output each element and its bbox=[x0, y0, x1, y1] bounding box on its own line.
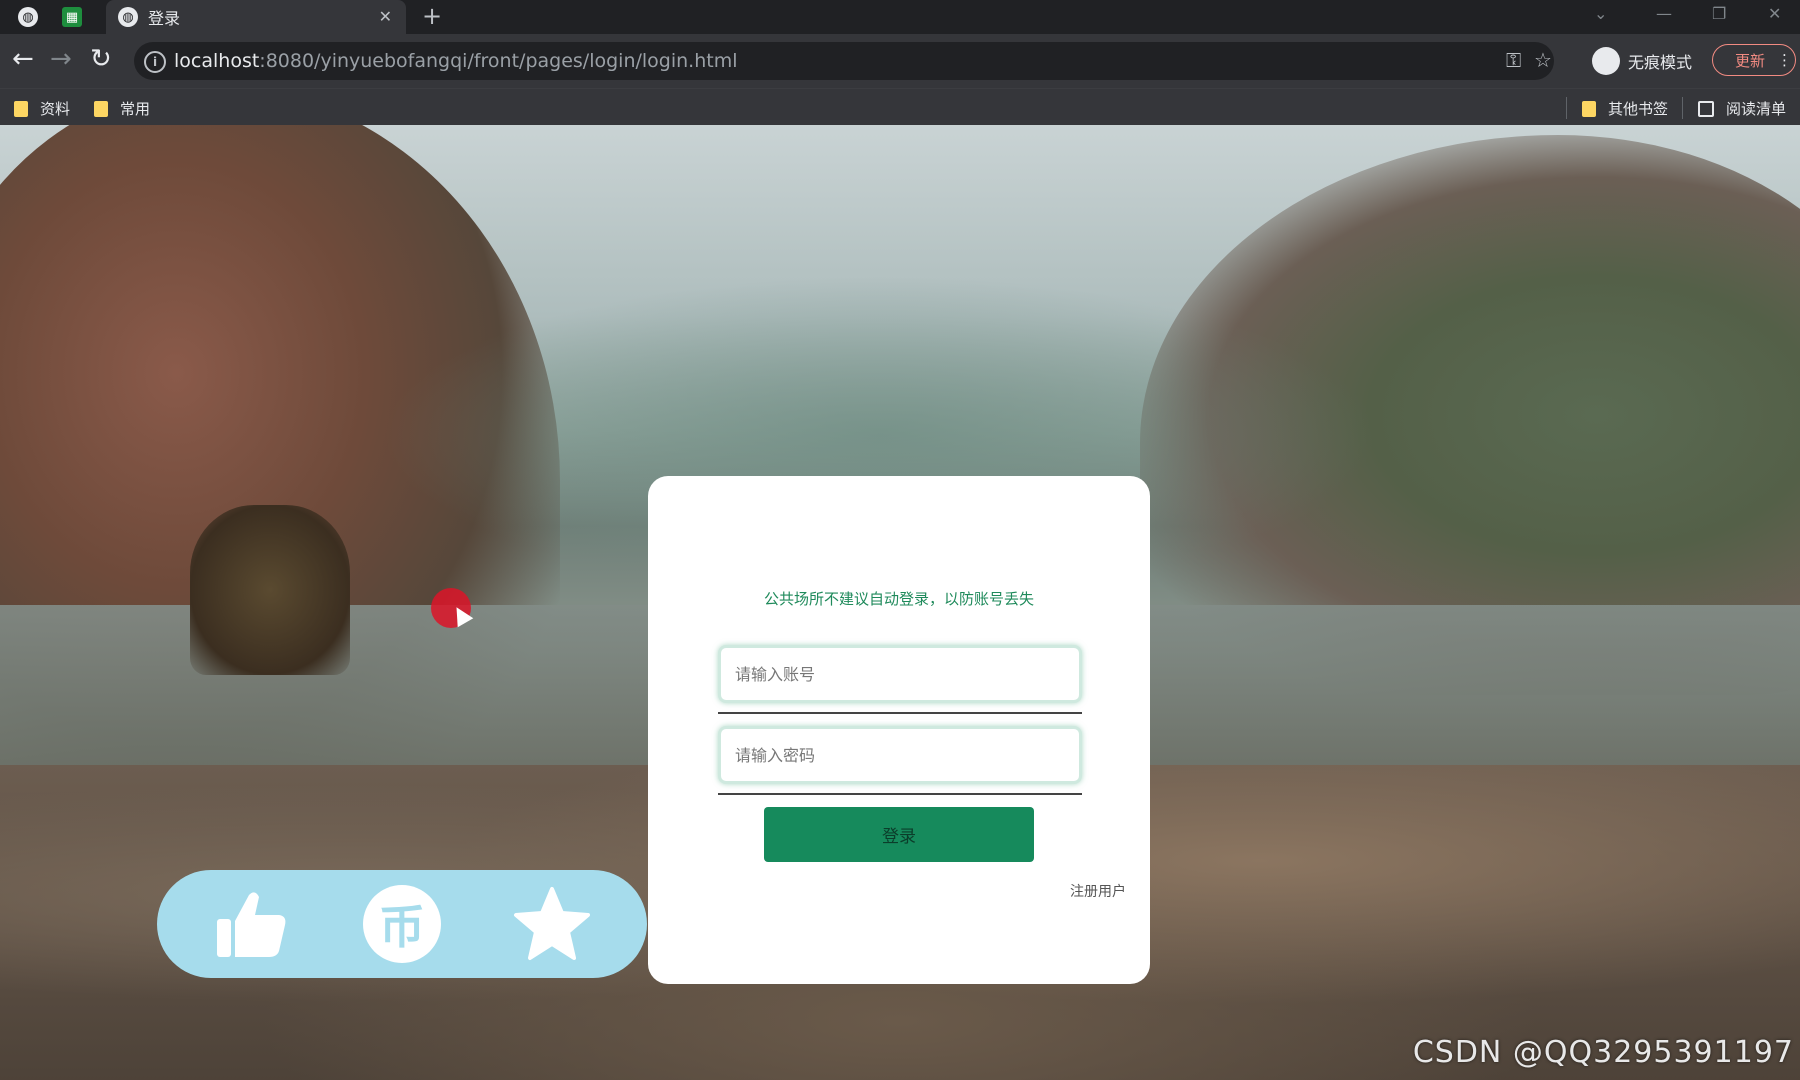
tab-title: 登录 bbox=[148, 9, 181, 28]
account-input[interactable] bbox=[721, 648, 1079, 700]
globe-icon: ◍ bbox=[118, 7, 138, 27]
reading-list[interactable]: 阅读清单 bbox=[1698, 98, 1786, 119]
tab-bar: ◍ ▦ ◍ 登录 ✕ + ⌄ — ❐ ✕ bbox=[0, 0, 1800, 34]
bookmark-star-icon[interactable]: ☆ bbox=[1534, 48, 1552, 72]
watermark: CSDN @QQ3295391197 bbox=[1412, 1035, 1794, 1070]
forward-icon[interactable]: → bbox=[50, 44, 72, 74]
login-button[interactable]: 登录 bbox=[764, 807, 1034, 862]
bookmark-label: 阅读清单 bbox=[1726, 100, 1787, 118]
back-icon[interactable]: ← bbox=[12, 44, 34, 74]
new-tab-button[interactable]: + bbox=[422, 2, 442, 30]
tab-pinned-2[interactable]: ▦ bbox=[62, 0, 98, 34]
globe-icon: ◍ bbox=[18, 7, 38, 27]
reload-icon[interactable]: ↻ bbox=[90, 44, 112, 74]
tab-pinned-1[interactable]: ◍ bbox=[18, 0, 54, 34]
account-underline bbox=[718, 712, 1082, 714]
folder-icon bbox=[14, 100, 28, 117]
divider bbox=[1682, 97, 1683, 119]
background-tree bbox=[190, 505, 350, 675]
folder-icon bbox=[94, 100, 108, 117]
password-input[interactable] bbox=[721, 729, 1079, 781]
chevron-down-icon[interactable]: ⌄ bbox=[1594, 4, 1607, 23]
password-field[interactable] bbox=[718, 726, 1082, 784]
update-label: 更新 bbox=[1735, 51, 1766, 70]
key-icon[interactable]: ⚿ bbox=[1506, 48, 1521, 72]
login-notice: 公共场所不建议自动登录，以防账号丢失 bbox=[763, 590, 1034, 608]
incognito-icon bbox=[1592, 47, 1620, 75]
info-icon[interactable]: i bbox=[144, 51, 166, 73]
thumbs-up-icon[interactable] bbox=[213, 885, 291, 963]
bookmarks-bar: 资料 常用 其他书签 阅读清单 bbox=[0, 88, 1800, 126]
bookmark-label: 常用 bbox=[120, 100, 151, 118]
restore-icon[interactable]: ❐ bbox=[1712, 4, 1726, 23]
register-link[interactable]: 注册用户 bbox=[1070, 881, 1126, 901]
divider bbox=[1566, 97, 1567, 119]
login-card: 公共场所不建议自动登录，以防账号丢失 登录 注册用户 bbox=[648, 476, 1150, 984]
account-field[interactable] bbox=[718, 645, 1082, 703]
star-icon[interactable] bbox=[513, 885, 591, 963]
address-bar[interactable]: i localhost:8080/yinyuebofangqi/front/pa… bbox=[134, 42, 1554, 80]
close-window-icon[interactable]: ✕ bbox=[1768, 4, 1781, 23]
incognito-indicator[interactable]: 无痕模式 bbox=[1592, 42, 1692, 80]
menu-icon[interactable]: ⋮ bbox=[1777, 51, 1792, 69]
reading-list-icon bbox=[1698, 100, 1714, 117]
incognito-label: 无痕模式 bbox=[1628, 53, 1693, 72]
password-underline bbox=[718, 793, 1082, 795]
coin-icon[interactable]: 币 bbox=[363, 885, 441, 963]
browser-chrome: ◍ ▦ ◍ 登录 ✕ + ⌄ — ❐ ✕ ← → ↻ i localhost:8… bbox=[0, 0, 1800, 126]
toolbar: ← → ↻ i localhost:8080/yinyuebofangqi/fr… bbox=[0, 34, 1800, 88]
folder-icon bbox=[1582, 100, 1596, 117]
sheet-icon: ▦ bbox=[62, 7, 82, 27]
bookmark-folder[interactable]: 资料 bbox=[14, 98, 70, 119]
minimize-icon[interactable]: — bbox=[1656, 4, 1672, 23]
bookmark-folder[interactable]: 常用 bbox=[94, 98, 150, 119]
login-page: 公共场所不建议自动登录，以防账号丢失 登录 注册用户 币 CSDN @QQ329… bbox=[0, 125, 1800, 1080]
other-bookmarks[interactable]: 其他书签 bbox=[1582, 98, 1668, 119]
bookmark-label: 其他书签 bbox=[1608, 100, 1669, 118]
url-text: localhost:8080/yinyuebofangqi/front/page… bbox=[174, 50, 738, 72]
close-tab-icon[interactable]: ✕ bbox=[379, 7, 392, 26]
tab-login[interactable]: ◍ 登录 ✕ bbox=[106, 0, 406, 34]
bookmark-label: 资料 bbox=[40, 100, 71, 118]
update-button[interactable]: 更新 ⋮ bbox=[1712, 44, 1796, 76]
action-bar: 币 bbox=[157, 870, 647, 978]
